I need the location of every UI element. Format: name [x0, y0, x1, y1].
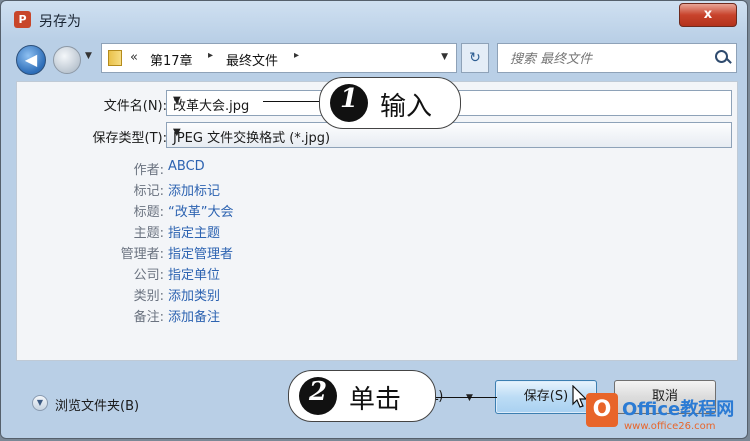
- metadata-label: 标记:: [133, 184, 164, 199]
- breadcrumb[interactable]: « 第17章 ▸ 最终文件 ▸ ▼: [101, 43, 457, 73]
- metadata-value[interactable]: 指定管理者: [168, 243, 233, 262]
- breadcrumb-separator-icon[interactable]: ▸: [208, 50, 213, 61]
- metadata-value[interactable]: ABCD: [168, 159, 205, 174]
- metadata-value[interactable]: 添加标记: [168, 180, 220, 199]
- filetype-label: 保存类型(T):: [92, 131, 167, 146]
- search-box[interactable]: [497, 43, 737, 73]
- breadcrumb-item-chapter[interactable]: 第17章: [150, 50, 193, 69]
- metadata-label: 管理者:: [120, 247, 164, 262]
- metadata-value[interactable]: 添加类别: [168, 285, 220, 304]
- chevron-down-icon[interactable]: ▼: [441, 52, 448, 62]
- callout-text: 单击: [349, 385, 402, 415]
- breadcrumb-separator-icon[interactable]: ▸: [294, 50, 299, 61]
- metadata-label: 主题:: [133, 226, 164, 241]
- browse-folders-label[interactable]: 浏览文件夹(B): [55, 395, 139, 414]
- dialog-title: 另存为: [39, 14, 81, 30]
- title-bar: P 另存为 x: [1, 1, 747, 37]
- search-input[interactable]: [508, 49, 712, 69]
- metadata-value[interactable]: “改革”大会: [168, 201, 233, 220]
- metadata-value[interactable]: 添加备注: [168, 306, 220, 325]
- office-logo-icon: O: [586, 393, 618, 427]
- forward-button[interactable]: [53, 46, 81, 74]
- metadata-label: 作者:: [133, 163, 164, 178]
- metadata-label: 标题:: [133, 205, 164, 220]
- callout-step-2: 2 单击: [288, 370, 436, 422]
- back-button[interactable]: ◀: [16, 45, 46, 75]
- metadata-value[interactable]: 指定单位: [168, 264, 220, 283]
- metadata-label: 公司:: [133, 268, 164, 283]
- chevron-down-icon[interactable]: ▼: [173, 127, 725, 138]
- watermark-title: Office教程网: [622, 399, 735, 420]
- history-dropdown-icon[interactable]: ▼: [85, 51, 92, 61]
- chevron-down-icon[interactable]: ▼: [466, 393, 473, 403]
- watermark: O Office教程网 www.office26.com: [586, 389, 746, 437]
- close-button[interactable]: x: [679, 3, 737, 27]
- breadcrumb-overflow[interactable]: «: [130, 50, 138, 65]
- watermark-url: www.office26.com: [624, 421, 716, 432]
- metadata-value[interactable]: 指定主题: [168, 222, 220, 241]
- filename-label: 文件名(N):: [103, 99, 167, 114]
- breadcrumb-item-final-files[interactable]: 最终文件: [226, 50, 278, 69]
- metadata-label: 类别:: [133, 289, 164, 304]
- navigation-bar: ◀ ▼ « 第17章 ▸ 最终文件 ▸ ▼ ↻: [1, 37, 747, 79]
- refresh-button[interactable]: ↻: [461, 43, 489, 73]
- chevron-down-icon[interactable]: ▼: [32, 395, 48, 411]
- search-icon[interactable]: [715, 50, 728, 63]
- metadata-label: 备注:: [133, 310, 164, 325]
- powerpoint-icon: P: [14, 11, 31, 28]
- save-as-dialog: P 另存为 x ◀ ▼ « 第17章 ▸ 最终文件 ▸ ▼ ↻ 文件名(N): …: [0, 0, 748, 439]
- folder-icon: [108, 50, 122, 66]
- callout-leader-line: [433, 397, 497, 398]
- callout-number: 2: [299, 377, 337, 415]
- callout-step-1: 1 输入: [319, 77, 461, 129]
- filetype-select[interactable]: JPEG 文件交换格式 (*.jpg) ▼: [166, 122, 732, 148]
- callout-number: 1: [330, 84, 368, 122]
- callout-text: 输入: [380, 92, 433, 122]
- callout-leader-line: [263, 101, 321, 102]
